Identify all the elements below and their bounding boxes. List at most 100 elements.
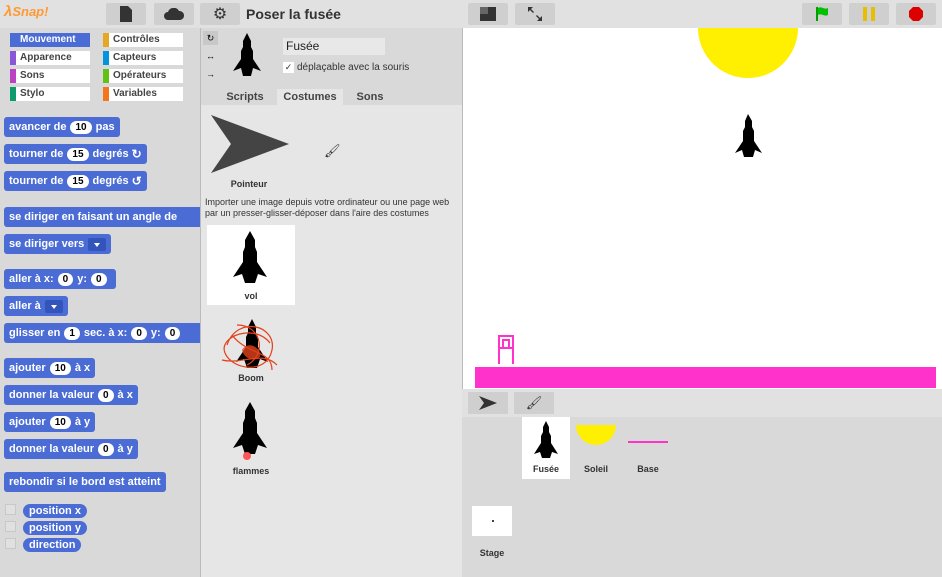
stage-dot — [492, 520, 494, 522]
corral-sprite-fusee[interactable]: Fusée — [522, 417, 570, 479]
costume-flammes[interactable]: flammes — [207, 400, 295, 480]
snap-window: λSnap! ⚙ Poser la fusée Mouvement Contrô… — [0, 0, 942, 577]
explosion-costume-thumbnail — [221, 319, 278, 371]
top-bar: λSnap! ⚙ Poser la fusée — [0, 0, 942, 28]
fullscreen-button[interactable] — [515, 3, 555, 25]
stop-button[interactable] — [896, 3, 936, 25]
block-text: à x — [74, 362, 91, 374]
stage-canvas — [475, 28, 936, 388]
block-bounce[interactable]: rebondir si le bord est atteint — [4, 472, 166, 492]
tab-costumes[interactable]: Costumes — [277, 89, 343, 105]
category-variables[interactable]: Variables — [103, 87, 183, 101]
block-change-x[interactable]: ajouter 10 à x — [4, 358, 96, 378]
green-flag-button[interactable] — [802, 3, 842, 25]
block-input[interactable]: 15 — [67, 147, 89, 161]
block-text: ajouter — [9, 416, 46, 428]
pause-button[interactable] — [849, 3, 889, 25]
block-input[interactable]: 10 — [49, 361, 71, 375]
category-swatch — [103, 87, 109, 101]
category-sensing[interactable]: Capteurs — [103, 51, 183, 65]
turtle-arrow-icon — [479, 396, 497, 410]
block-text: se diriger en faisant un angle de — [9, 211, 178, 223]
draggable-checkbox[interactable]: ✓ déplaçable avec la souris — [283, 62, 409, 73]
category-swatch — [103, 33, 109, 47]
corral-sprite-soleil[interactable]: Soleil — [572, 417, 620, 479]
paintbrush-icon[interactable]: 🖌 — [324, 143, 341, 159]
rotate-none-button[interactable]: → — [203, 67, 218, 81]
block-input-x[interactable]: 0 — [131, 326, 147, 340]
rotate-leftright-button[interactable]: ↔ — [203, 49, 218, 63]
category-motion[interactable]: Mouvement — [10, 33, 90, 47]
costume-boom[interactable]: Boom — [207, 315, 295, 395]
stage-thumbnail[interactable] — [472, 506, 512, 536]
stage-size-button[interactable] — [468, 3, 508, 25]
block-input-y[interactable]: 0 — [164, 326, 181, 340]
block-glide[interactable]: glisser en 1 sec. à x: 0 y: 0 — [4, 323, 200, 343]
cloud-button[interactable] — [154, 3, 194, 25]
paint-new-sprite-button[interactable]: 🖌 — [514, 392, 554, 414]
category-label: Apparence — [20, 52, 72, 63]
logo-text: Snap! — [12, 4, 49, 19]
category-swatch — [103, 51, 109, 65]
settings-button[interactable]: ⚙ — [200, 3, 240, 25]
rocket-sprite-icon — [534, 421, 558, 458]
paintbrush-icon: 🖌 — [525, 395, 543, 410]
file-button[interactable] — [106, 3, 146, 25]
category-control[interactable]: Contrôles — [103, 33, 183, 47]
block-input[interactable]: 0 — [97, 388, 114, 402]
block-set-x[interactable]: donner la valeur 0 à x — [4, 385, 138, 405]
block-change-y[interactable]: ajouter 10 à y — [4, 412, 96, 432]
rotate-counterclockwise-icon: ↺ — [131, 174, 142, 188]
costume-vol[interactable]: vol — [207, 225, 295, 305]
pointer-costume-thumbnail[interactable] — [209, 113, 289, 175]
block-set-y[interactable]: donner la valeur 0 à y — [4, 439, 138, 459]
watcher-checkbox-x[interactable] — [5, 504, 16, 515]
block-text: avancer de — [9, 121, 67, 133]
category-looks[interactable]: Apparence — [10, 51, 90, 65]
stop-icon — [909, 7, 923, 21]
reporter-direction[interactable]: direction — [23, 538, 82, 552]
tab-scripts[interactable]: Scripts — [217, 89, 273, 105]
block-input-x[interactable]: 0 — [57, 272, 74, 286]
new-turtle-sprite-button[interactable] — [468, 392, 508, 414]
dropdown-arrow[interactable] — [88, 237, 107, 251]
draggable-label: déplaçable avec la souris — [297, 62, 410, 73]
rotate-free-button[interactable]: ↻ — [203, 31, 218, 45]
block-input[interactable]: 1 — [64, 326, 80, 340]
stage-label: Stage — [479, 548, 505, 558]
block-input[interactable]: 10 — [49, 415, 71, 429]
watcher-checkbox-y[interactable] — [5, 521, 16, 532]
dropdown-arrow[interactable] — [44, 299, 63, 313]
reporter-position-y[interactable]: position y — [23, 521, 87, 535]
category-sound[interactable]: Sons — [10, 69, 90, 83]
block-input[interactable]: 0 — [97, 442, 114, 456]
category-swatch — [10, 69, 16, 83]
snap-logo[interactable]: λSnap! — [4, 3, 50, 25]
corral-sprite-base[interactable]: Base — [624, 417, 672, 479]
block-text: aller à — [9, 300, 41, 312]
block-point-in-direction[interactable]: se diriger en faisant un angle de — [4, 207, 200, 227]
reporter-position-x[interactable]: position x — [23, 504, 87, 518]
sprite-corral: Fusée Soleil Base Stage — [462, 417, 942, 577]
sprite-name-field[interactable]: Fusée — [283, 38, 385, 55]
block-input[interactable]: 10 — [70, 120, 92, 134]
costume-label: flammes — [232, 466, 270, 476]
watcher-checkbox-direction[interactable] — [5, 538, 16, 549]
block-palette: avancer de 10 pas tourner de 15 degrés ↻… — [0, 108, 200, 577]
block-goto-xy[interactable]: aller à x: 0 y: 0 — [4, 269, 116, 289]
stage[interactable] — [462, 28, 942, 389]
category-label: Variables — [113, 88, 157, 99]
block-goto[interactable]: aller à — [4, 296, 68, 316]
block-point-towards[interactable]: se diriger vers — [4, 234, 112, 254]
expand-icon — [528, 7, 542, 21]
block-turn-counterclockwise[interactable]: tourner de 15 degrés ↺ — [4, 171, 147, 191]
block-move[interactable]: avancer de 10 pas — [4, 117, 120, 137]
tab-sounds[interactable]: Sons — [347, 89, 393, 105]
block-turn-clockwise[interactable]: tourner de 15 degrés ↻ — [4, 144, 147, 164]
block-input[interactable]: 15 — [67, 174, 89, 188]
costume-label: Boom — [238, 373, 264, 383]
block-input-y[interactable]: 0 — [90, 272, 107, 286]
cloud-icon — [164, 8, 184, 20]
category-operators[interactable]: Opérateurs — [103, 69, 183, 83]
category-pen[interactable]: Stylo — [10, 87, 90, 101]
